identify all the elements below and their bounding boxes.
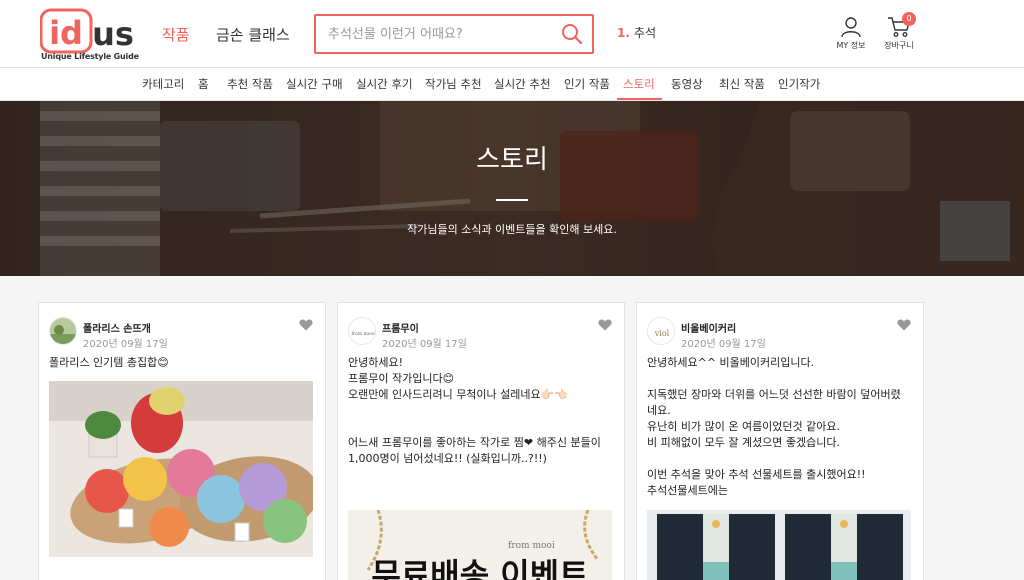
subnav-latest[interactable]: 최신 작품: [719, 76, 765, 92]
post-line: 유난히 비가 많이 온 여름이었던것 같아요.: [647, 420, 841, 433]
post-line: 1,000명이 넘어섰네요!! (실화입니까..?!!): [348, 452, 547, 465]
my-info-button[interactable]: MY 정보: [831, 16, 871, 51]
heart-icon[interactable]: [598, 319, 612, 331]
heart-icon[interactable]: [299, 319, 313, 331]
post-line: 폴라리스 인기템 총집합😊: [49, 356, 169, 369]
svg-text:us: us: [92, 15, 134, 53]
post-line: 이번 추석을 맞아 추석 선물세트를 출시했어요!!: [647, 468, 866, 481]
subnav-category[interactable]: 카테고리: [142, 76, 184, 92]
subnav-home[interactable]: 홈: [198, 76, 209, 92]
story-card[interactable]: from mooi 프롬무이 2020년 09월 17일 안녕하세요! 프롬무이…: [337, 302, 625, 580]
subnav-live-recommend[interactable]: 실시간 추천: [494, 76, 551, 92]
post-line: 비 피해없이 모두 잘 계셨으면 좋겠습니다.: [647, 436, 841, 449]
story-card[interactable]: 폴라리스 손뜨개 2020년 09월 17일 폴라리스 인기템 총집합😊: [38, 302, 326, 580]
banner-title: 무료배송 이벤트: [371, 556, 588, 580]
author-avatar[interactable]: from mooi: [348, 317, 376, 345]
banner-brand: from mooi: [508, 541, 555, 551]
post-line: 안녕하세요!: [348, 356, 404, 369]
post-line: 추석선물세트에는: [647, 484, 728, 497]
story-card[interactable]: viol 비올베이커리 2020년 09월 17일 안녕하세요^^ 비올베이커리…: [636, 302, 924, 580]
subnav-active-indicator: [617, 98, 662, 100]
hero-title: 스토리: [476, 145, 548, 175]
tab-artworks[interactable]: 작품: [162, 24, 190, 45]
post-line: 안녕하세요^^ 비올베이커리입니다.: [647, 356, 815, 369]
hero-subtitle: 작가님들의 소식과 이벤트들을 확인해 보세요.: [407, 223, 617, 236]
post-line: 네요.: [647, 404, 671, 417]
subnav-live-review[interactable]: 실시간 후기: [356, 76, 413, 92]
post-date: 2020년 09월 17일: [83, 339, 168, 350]
subnav-popular-artists[interactable]: 인기작가: [778, 76, 820, 92]
search-input[interactable]: [328, 24, 548, 44]
post-line: 프롬무이 작가입니다😊: [348, 372, 455, 385]
cart-label: 장바구니: [884, 41, 914, 50]
logo-tagline: Unique Lifestyle Guide: [41, 52, 139, 61]
post-text: 폴라리스 인기템 총집합😊: [49, 355, 311, 371]
hero-overlay: [0, 101, 1024, 276]
sub-navigation: 카테고리 홈 추천 작품 실시간 구매 실시간 후기 작가님 추천 실시간 추천…: [0, 67, 1024, 101]
heart-icon[interactable]: [897, 319, 911, 331]
hero-banner: 스토리 작가님들의 소식과 이벤트들을 확인해 보세요.: [0, 101, 1024, 276]
my-info-label: MY 정보: [836, 41, 866, 50]
author-name[interactable]: 비올베이커리: [681, 320, 736, 335]
post-line: [348, 419, 610, 435]
avatar-text: from mooi: [351, 331, 375, 337]
user-icon: [841, 17, 861, 38]
post-line: 어느새 프롬무이를 좋아하는 작가로 찜❤ 해주신 분들이: [348, 436, 601, 449]
author-avatar[interactable]: viol: [647, 317, 675, 345]
post-line: [348, 403, 610, 419]
post-image[interactable]: [49, 381, 313, 557]
post-date: 2020년 09월 17일: [681, 339, 766, 350]
author-name[interactable]: 프롬무이: [382, 320, 419, 335]
post-date: 2020년 09월 17일: [382, 339, 467, 350]
cart-count-badge: 0: [902, 12, 916, 26]
realtime-keyword[interactable]: 1. 추석: [617, 24, 656, 46]
post-line: [647, 451, 909, 467]
subnav-video[interactable]: 동영상: [671, 76, 703, 92]
avatar-text: viol: [654, 329, 670, 338]
header: id us Unique Lifestyle Guide 작품 금손 클래스 1…: [0, 0, 1024, 67]
search-icon[interactable]: [560, 22, 584, 46]
post-line: [647, 371, 909, 387]
author-avatar[interactable]: [49, 317, 77, 345]
post-text: 안녕하세요! 프롬무이 작가입니다😊 오랜만에 인사드리려니 무척이나 설레네요…: [348, 355, 610, 467]
post-line: 오랜만에 인사드리려니 무척이나 설레네요👉🏻👈🏻: [348, 388, 569, 401]
rank-keyword: 추석: [633, 26, 657, 40]
subnav-story[interactable]: 스토리: [623, 76, 655, 92]
author-name[interactable]: 폴라리스 손뜨개: [83, 320, 151, 335]
tab-classes[interactable]: 금손 클래스: [216, 24, 290, 45]
svg-text:id: id: [49, 14, 83, 52]
post-text: 안녕하세요^^ 비올베이커리입니다. 지독했던 장마와 더위를 어느덧 선선한 …: [647, 355, 909, 499]
post-image[interactable]: from mooi 무료배송 이벤트: [348, 510, 612, 580]
hero-divider: [496, 199, 528, 201]
subnav-live-purchase[interactable]: 실시간 구매: [286, 76, 343, 92]
post-image[interactable]: [647, 510, 911, 580]
subnav-recommended[interactable]: 추천 작품: [227, 76, 273, 92]
post-line: 지독했던 장마와 더위를 어느덧 선선한 바람이 덮어버렸: [647, 388, 901, 401]
search-box: [314, 14, 594, 54]
cart-button[interactable]: 0 장바구니: [879, 12, 919, 51]
subnav-popular[interactable]: 인기 작품: [564, 76, 610, 92]
page: id us Unique Lifestyle Guide 작품 금손 클래스 1…: [0, 0, 1024, 580]
subnav-artist-pick[interactable]: 작가님 추천: [425, 76, 482, 92]
rank-number: 1.: [617, 26, 630, 40]
